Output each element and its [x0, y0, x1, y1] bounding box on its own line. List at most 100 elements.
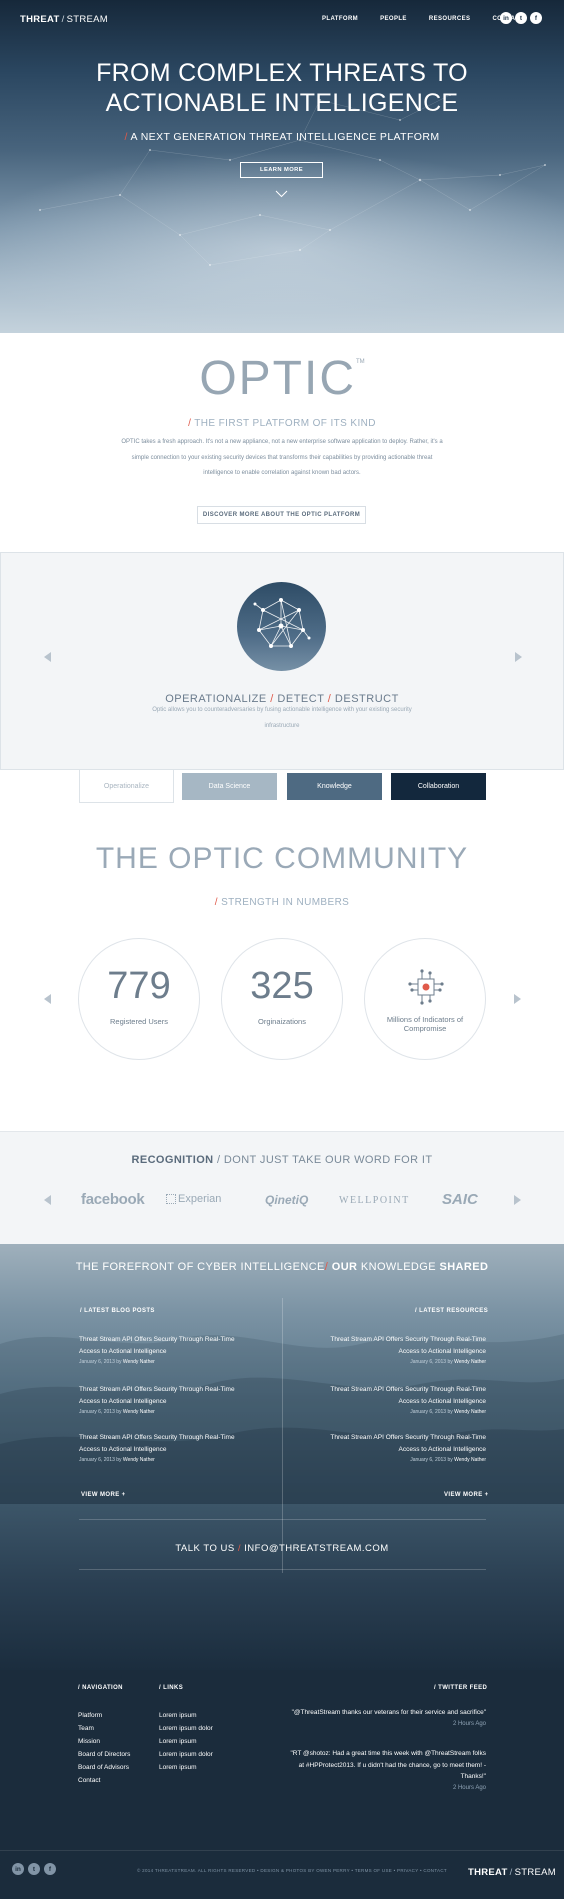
blog-view-more-link[interactable]: VIEW MORE + [81, 1492, 126, 1498]
stat-label: Millions of Indicators of Compromise [386, 1015, 464, 1033]
footer-link[interactable]: Lorem ipsum dolor [159, 1748, 213, 1761]
hero-title: FROM COMPLEX THREATS TO ACTIONABLE INTELL… [96, 59, 468, 117]
footer-link[interactable]: Lorem ipsum [159, 1709, 213, 1722]
logo-experian: Experian [166, 1193, 221, 1205]
footer-link[interactable]: Platform [78, 1709, 130, 1722]
feature-tabs: Operationalize Data Science Knowledge Co… [0, 770, 564, 810]
blog-post[interactable]: Threat Stream API Offers Security Throug… [79, 1334, 249, 1367]
brand-logo[interactable]: THREAT / STREAM [20, 14, 108, 25]
feature-description: Optic allows you to counteradversaries b… [152, 707, 412, 729]
footer-link[interactable]: Contact [78, 1774, 130, 1787]
footer-link[interactable]: Board of Advisors [78, 1761, 130, 1774]
post-meta: January 6, 2013 by Wendy Nather [79, 1409, 155, 1415]
resource-post[interactable]: Threat Stream API Offers Security Throug… [316, 1334, 486, 1367]
blog-post[interactable]: Threat Stream API Offers Security Throug… [79, 1432, 249, 1465]
tab-data-science[interactable]: Data Science [182, 773, 277, 800]
resources-view-more-link[interactable]: VIEW MORE + [444, 1492, 489, 1498]
footer-link[interactable]: Lorem ipsum dolor [159, 1722, 213, 1735]
linkedin-icon[interactable]: in [12, 1863, 24, 1875]
feature-image [237, 582, 326, 671]
stat-label: Orginaizations [258, 1017, 306, 1026]
recognition-section: RECOGNITION / DONT JUST TAKE OUR WORD FO… [0, 1131, 564, 1244]
post-meta: January 6, 2013 by Wendy Nather [410, 1359, 486, 1365]
footer: / NAVIGATION / LINKS / TWITTER FEED Plat… [0, 1670, 564, 1899]
copyright: © 2014 THREATSTREAM. ALL RIGHTS RESERVED… [137, 1868, 447, 1873]
stat-indicators: Millions of Indicators of Compromise [364, 938, 486, 1060]
nav-people[interactable]: PEOPLE [380, 16, 407, 22]
optic-description: OPTIC takes a fresh approach. It's not a… [121, 439, 443, 476]
stat-registered-users: 779 Registered Users [78, 938, 200, 1060]
network-node-icon [253, 598, 311, 648]
community-next-icon[interactable] [513, 994, 521, 1004]
divider-line [0, 1850, 564, 1851]
footer-logo[interactable]: THREAT / STREAM [468, 1867, 556, 1878]
facebook-icon[interactable]: f [530, 12, 542, 24]
tweet[interactable]: "RT @shotoz: Had a great time this week … [288, 1748, 486, 1794]
logos-next-icon[interactable] [513, 1195, 521, 1205]
logo-facebook: facebook [81, 1191, 145, 1208]
post-meta: January 6, 2013 by Wendy Nather [410, 1409, 486, 1415]
experian-mark-icon [166, 1194, 176, 1205]
community-prev-icon[interactable] [44, 994, 52, 1004]
logo-qinetiq: QinetiQ [265, 1193, 309, 1207]
post-title[interactable]: Threat Stream API Offers Security Throug… [79, 1384, 249, 1407]
facebook-icon[interactable]: f [44, 1863, 56, 1875]
twitter-icon[interactable]: t [28, 1863, 40, 1875]
twitter-feed-heading: / TWITTER FEED [434, 1685, 488, 1691]
optic-title: OPTICTM [199, 352, 365, 405]
hero: THREAT / STREAM PLATFORM PEOPLE RESOURCES … [0, 0, 564, 333]
tab-collaboration[interactable]: Collaboration [391, 773, 486, 800]
footer-link[interactable]: Lorem ipsum [159, 1761, 213, 1774]
column-divider [282, 1298, 283, 1573]
post-title[interactable]: Threat Stream API Offers Security Throug… [316, 1432, 486, 1455]
talk-to-us: TALK TO US / INFO@THREATSTREAM.COM [175, 1543, 389, 1554]
tweet[interactable]: "@ThreatStream thanks our veterans for t… [288, 1707, 486, 1730]
logos-prev-icon[interactable] [44, 1195, 52, 1205]
post-title[interactable]: Threat Stream API Offers Security Throug… [316, 1334, 486, 1357]
optic-tagline: / THE FIRST PLATFORM OF ITS KIND [188, 418, 376, 429]
tweet-time: 2 Hours Ago [452, 1784, 486, 1791]
tweet-text: "RT @shotoz: Had a great time this week … [290, 1750, 486, 1780]
stat-value: 779 [107, 965, 171, 1007]
knowledge-title: THE FOREFRONT OF CYBER INTELLIGENCE/ OUR… [75, 1261, 489, 1273]
community-tagline: / STRENGTH IN NUMBERS [214, 897, 350, 908]
tab-knowledge[interactable]: Knowledge [287, 773, 382, 800]
recognition-title: RECOGNITION / DONT JUST TAKE OUR WORD FO… [131, 1154, 433, 1166]
blog-post[interactable]: Threat Stream API Offers Security Throug… [79, 1384, 249, 1417]
resource-post[interactable]: Threat Stream API Offers Security Throug… [316, 1384, 486, 1417]
blog-heading: / LATEST BLOG POSTS [80, 1308, 155, 1314]
resource-post[interactable]: Threat Stream API Offers Security Throug… [316, 1432, 486, 1465]
post-title[interactable]: Threat Stream API Offers Security Throug… [79, 1334, 249, 1357]
community-section: THE OPTIC COMMUNITY / STRENGTH IN NUMBER… [0, 810, 564, 1131]
knowledge-section: THE FOREFRONT OF CYBER INTELLIGENCE/ OUR… [0, 1244, 564, 1670]
footer-bottom-bar: in t f © 2014 THREATSTREAM. ALL RIGHTS R… [0, 1850, 564, 1899]
divider-line [79, 1519, 486, 1520]
footer-link[interactable]: Board of Directors [78, 1748, 130, 1761]
logo-wellpoint: WELLPOINT [339, 1195, 410, 1206]
tweet-time: 2 Hours Ago [452, 1720, 486, 1727]
footer-links-list: Lorem ipsum Lorem ipsum dolor Lorem ipsu… [159, 1709, 213, 1774]
chevron-down-icon[interactable] [275, 190, 288, 198]
post-meta: January 6, 2013 by Wendy Nather [79, 1359, 155, 1365]
optic-section: OPTICTM / THE FIRST PLATFORM OF ITS KIND… [0, 333, 564, 552]
footer-link[interactable]: Team [78, 1722, 130, 1735]
discover-optic-button[interactable]: DISCOVER MORE ABOUT THE OPTIC PLATFORM [197, 506, 366, 524]
linkedin-icon[interactable]: in [500, 12, 512, 24]
nav-platform[interactable]: PLATFORM [322, 16, 358, 22]
carousel-prev-icon[interactable] [44, 652, 52, 662]
stat-value: 325 [250, 965, 314, 1007]
feature-carousel: OPERATIONALIZE / DETECT / DESTRUCT Optic… [0, 552, 564, 770]
post-title[interactable]: Threat Stream API Offers Security Throug… [79, 1432, 249, 1455]
tab-operationalize[interactable]: Operationalize [79, 770, 174, 803]
post-title[interactable]: Threat Stream API Offers Security Throug… [316, 1384, 486, 1407]
footer-link[interactable]: Mission [78, 1735, 130, 1748]
footer-link[interactable]: Lorem ipsum [159, 1735, 213, 1748]
carousel-next-icon[interactable] [514, 652, 522, 662]
learn-more-button[interactable]: LEARN MORE [240, 162, 323, 178]
twitter-icon[interactable]: t [515, 12, 527, 24]
footer-social: in t f [12, 1863, 56, 1875]
chip-icon [408, 969, 444, 1005]
contact-email-link[interactable]: INFO@THREATSTREAM.COM [244, 1543, 389, 1554]
nav-resources[interactable]: RESOURCES [429, 16, 471, 22]
header-social: in t f [500, 12, 542, 24]
